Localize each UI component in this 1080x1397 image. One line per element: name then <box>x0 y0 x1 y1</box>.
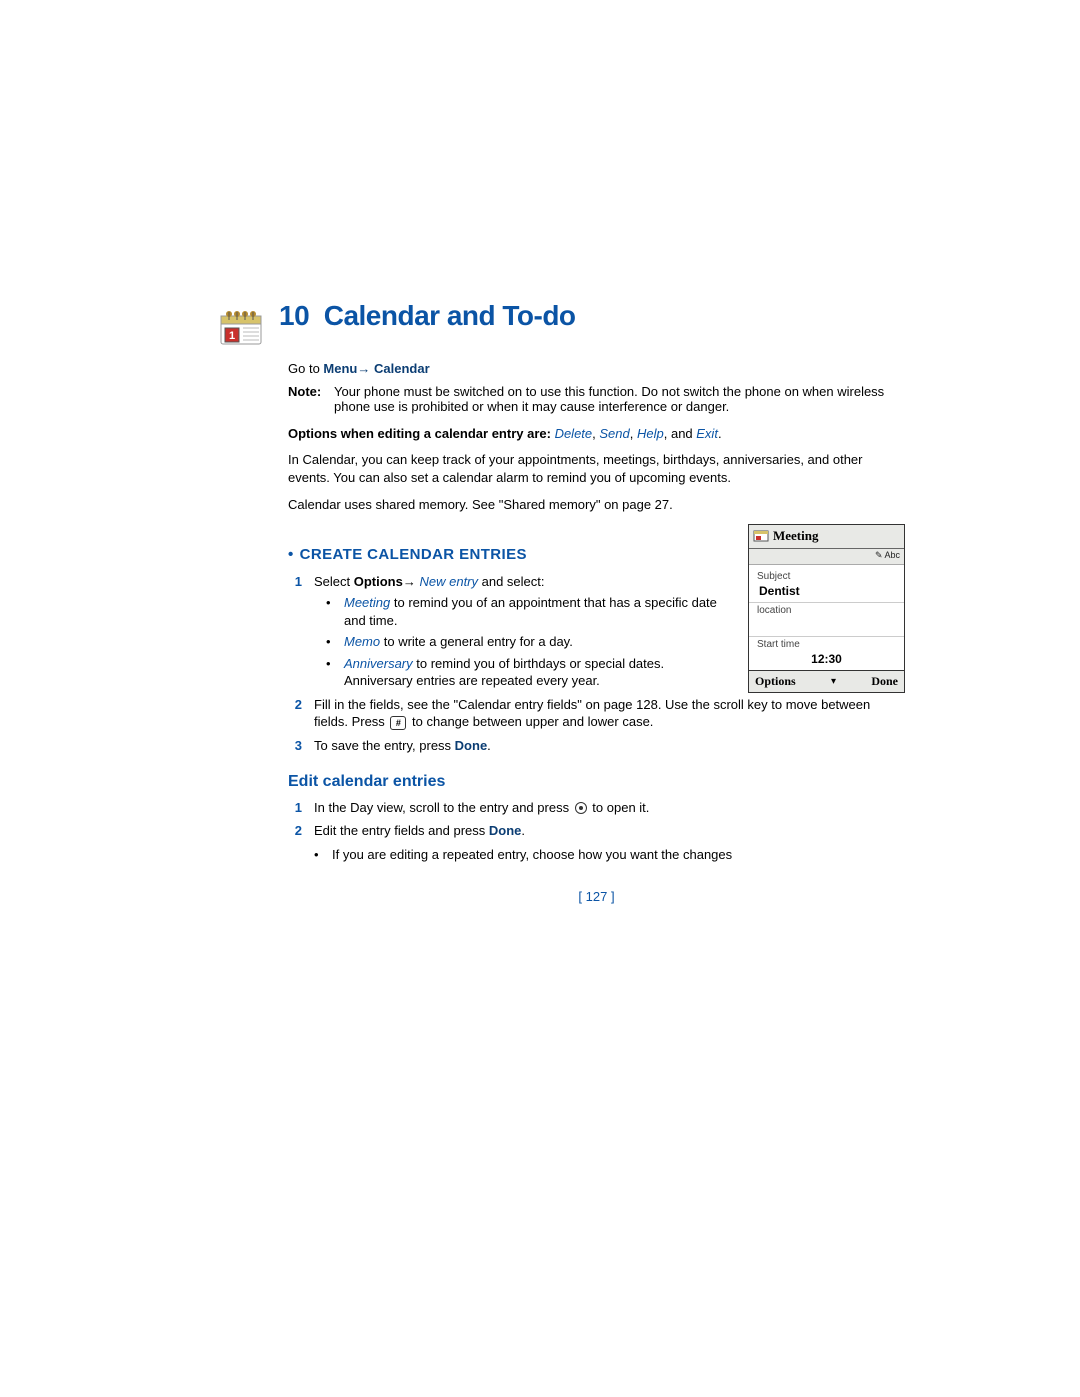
ss-starttime-value: 12:30 <box>749 650 904 670</box>
edit-step-1: 1 In the Day view, scroll to the entry a… <box>288 799 905 817</box>
scroll-key-icon <box>575 802 587 814</box>
section-edit-heading: Edit calendar entries <box>288 773 905 791</box>
step-3-period: . <box>487 738 491 753</box>
manual-page: 1 10 Calendar and To-do Go to Menu→ Cale… <box>225 0 905 1004</box>
opt-send: Send <box>599 426 629 441</box>
goto-arrow: → <box>357 361 374 376</box>
phone-screenshot: Meeting ✎ Abc Subject Dentist location S… <box>748 524 905 693</box>
bullet-meeting: • Meeting to remind you of an appointmen… <box>326 594 732 629</box>
ss-title: Meeting <box>773 528 818 544</box>
step-2-body: Fill in the fields, see the "Calendar en… <box>314 696 905 731</box>
goto-line: Go to Menu→ Calendar <box>288 361 905 376</box>
opt-delete: Delete <box>555 426 593 441</box>
options-prefix: Options when editing a calendar entry ar… <box>288 426 555 441</box>
section-create-text: •CREATE CALENDAR ENTRIES 1 Select Option… <box>288 524 732 696</box>
ss-location-value <box>749 616 904 637</box>
step-1: 1 Select Options→ New entry and select: … <box>288 573 732 690</box>
step-1-num: 1 <box>288 573 302 690</box>
step-1-tail: and select: <box>478 574 545 589</box>
calendar-icon: 1 <box>217 306 265 351</box>
step-3: 3 To save the entry, press Done. <box>288 737 905 755</box>
ss-titlebar: Meeting <box>749 525 904 549</box>
edit-step-2-period: . <box>521 823 525 838</box>
step-3-done: Done <box>455 738 488 753</box>
step-1-newentry: New entry <box>419 574 478 589</box>
paragraph-2: Calendar uses shared memory. See "Shared… <box>288 496 905 514</box>
edit-step-2-num: 2 <box>288 822 302 840</box>
ss-body: Subject Dentist location Start time 12:3… <box>749 565 904 670</box>
step-2-post: to change between upper and lower case. <box>408 714 653 729</box>
bullet-memo-term: Memo <box>344 634 380 649</box>
edit-bullet: • If you are editing a repeated entry, c… <box>314 846 905 864</box>
svg-text:1: 1 <box>229 330 235 342</box>
bullet-memo: • Memo to write a general entry for a da… <box>326 633 732 651</box>
step-2-num: 2 <box>288 696 302 731</box>
chapter-title: 10 Calendar and To-do <box>279 300 576 332</box>
bullet-memo-rest: to write a general entry for a day. <box>380 634 573 649</box>
step-1-options: Options <box>354 574 403 589</box>
note-body: Your phone must be switched on to use th… <box>334 384 905 414</box>
chapter-title-text: Calendar and To-do <box>324 300 576 331</box>
ss-subject-label: Subject <box>749 569 904 582</box>
ss-starttime-label: Start time <box>749 637 904 650</box>
hash-key-icon: # <box>390 716 406 730</box>
section-create-heading: •CREATE CALENDAR ENTRIES <box>288 546 732 563</box>
options-line: Options when editing a calendar entry ar… <box>288 426 905 441</box>
edit-step-2: 2 Edit the entry fields and press Done. <box>288 822 905 840</box>
paragraph-1: In Calendar, you can keep track of your … <box>288 451 905 486</box>
chapter-header: 1 10 Calendar and To-do <box>225 300 905 351</box>
opt-and: , and <box>664 426 697 441</box>
step-3-body: To save the entry, press Done. <box>314 737 905 755</box>
bullet-anniv-term: Anniversary <box>344 656 413 671</box>
step-1-select: Select <box>314 574 354 589</box>
edit-step-2-pre: Edit the entry fields and press <box>314 823 489 838</box>
opt-period: . <box>718 426 722 441</box>
goto-menu: Menu <box>323 361 357 376</box>
edit-step-2-done: Done <box>489 823 522 838</box>
edit-step-1-pre: In the Day view, scroll to the entry and… <box>314 800 573 815</box>
edit-step-1-post: to open it. <box>589 800 650 815</box>
opt-exit: Exit <box>696 426 718 441</box>
edit-bullet-text: If you are editing a repeated entry, cho… <box>332 846 732 864</box>
ss-calendar-icon <box>753 528 769 545</box>
ss-softkeys: Options ▾ Done <box>749 670 904 692</box>
ss-options: Options <box>755 674 796 689</box>
step-3-pre: To save the entry, press <box>314 738 455 753</box>
opt-help: Help <box>637 426 664 441</box>
section-create-row: •CREATE CALENDAR ENTRIES 1 Select Option… <box>288 524 905 696</box>
content-body: Go to Menu→ Calendar Note: Your phone mu… <box>288 361 905 904</box>
ss-down-arrow-icon: ▾ <box>831 676 836 687</box>
bullet-meeting-term: Meeting <box>344 595 390 610</box>
bullet-anniversary: • Anniversary to remind you of birthdays… <box>326 655 732 690</box>
edit-step-1-num: 1 <box>288 799 302 817</box>
goto-calendar: Calendar <box>374 361 430 376</box>
ss-subject-value: Dentist <box>749 582 904 603</box>
step-3-num: 3 <box>288 737 302 755</box>
edit-step-2-body: Edit the entry fields and press Done. <box>314 822 905 840</box>
page-number: [ 127 ] <box>288 889 905 904</box>
goto-prefix: Go to <box>288 361 323 376</box>
section-create-title: CREATE CALENDAR ENTRIES <box>300 546 527 563</box>
ss-location-label: location <box>749 603 904 616</box>
step-1-body: Select Options→ New entry and select: • … <box>314 573 732 690</box>
note-label: Note: <box>288 384 334 414</box>
ss-status: ✎ Abc <box>749 549 904 565</box>
chapter-number: 10 <box>279 300 309 331</box>
ss-done: Done <box>871 674 898 689</box>
note-block: Note: Your phone must be switched on to … <box>288 384 905 414</box>
step-2: 2 Fill in the fields, see the "Calendar … <box>288 696 905 731</box>
step-1-arrow: → <box>403 574 420 589</box>
bullet-meeting-rest: to remind you of an appointment that has… <box>344 595 717 628</box>
edit-step-1-body: In the Day view, scroll to the entry and… <box>314 799 905 817</box>
